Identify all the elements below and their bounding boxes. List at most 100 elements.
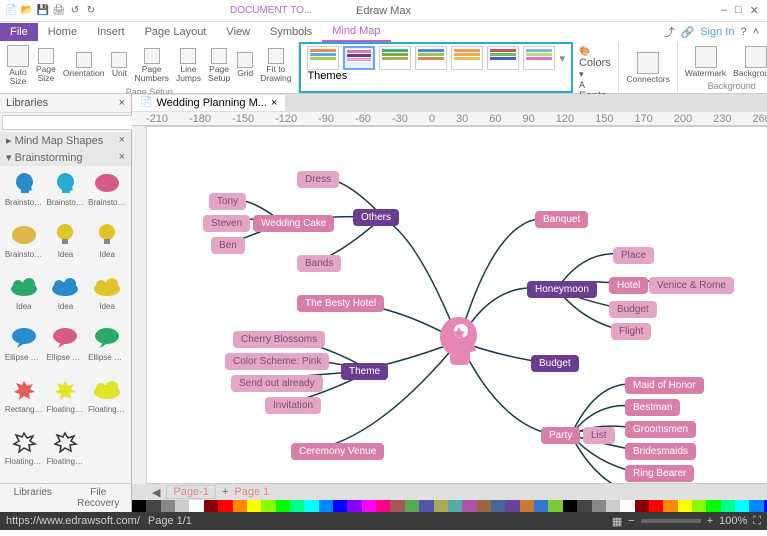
color-swatch[interactable]: [577, 500, 591, 512]
color-swatch[interactable]: [247, 500, 261, 512]
mindmap-node[interactable]: Flight: [611, 323, 651, 340]
shape-item[interactable]: Ellipse Ca...: [4, 325, 44, 375]
mindmap-node[interactable]: The Besty Hotel: [297, 295, 384, 312]
color-swatch[interactable]: [706, 500, 720, 512]
color-swatch[interactable]: [233, 500, 247, 512]
color-swatch[interactable]: [175, 500, 189, 512]
tab-view[interactable]: View: [216, 23, 260, 41]
maximize-icon[interactable]: □: [735, 4, 742, 17]
prev-page-icon[interactable]: ◀: [152, 486, 160, 499]
shape-item[interactable]: Ellipse Ca...: [87, 325, 127, 375]
view-icon[interactable]: ▦: [612, 515, 622, 528]
mindmap-node[interactable]: Steven: [203, 215, 250, 232]
color-swatch[interactable]: [261, 500, 275, 512]
ribbon-btn-line-jumps[interactable]: Line Jumps: [173, 44, 204, 86]
mindmap-node[interactable]: Hotel: [609, 277, 648, 294]
color-swatch[interactable]: [649, 500, 663, 512]
minimize-icon[interactable]: –: [721, 4, 727, 17]
ribbon-btn-page-size[interactable]: Page Size: [33, 44, 59, 86]
shape-item[interactable]: Floating S...: [87, 377, 127, 427]
color-swatch[interactable]: [735, 500, 749, 512]
tab-insert[interactable]: Insert: [87, 23, 135, 41]
color-swatch[interactable]: [592, 500, 606, 512]
libraries-tab[interactable]: Libraries: [0, 484, 66, 512]
color-swatch[interactable]: [218, 500, 232, 512]
color-swatch[interactable]: [304, 500, 318, 512]
center-head-icon[interactable]: [435, 313, 483, 369]
color-swatch[interactable]: [290, 500, 304, 512]
color-swatch[interactable]: [548, 500, 562, 512]
color-swatch[interactable]: [606, 500, 620, 512]
theme-swatch[interactable]: [451, 46, 483, 70]
color-swatch[interactable]: [635, 500, 649, 512]
ribbon-btn-fit-to-drawing[interactable]: Fit to Drawing: [257, 44, 294, 86]
fit-icon[interactable]: ⛶: [753, 515, 761, 528]
theme-swatch[interactable]: [307, 46, 339, 70]
mindmap-node[interactable]: List: [583, 427, 615, 444]
tab-file[interactable]: File: [0, 23, 38, 41]
mindmap-node[interactable]: Ben: [211, 237, 245, 254]
shape-item[interactable]: Brainstor...: [46, 170, 86, 220]
color-swatch[interactable]: [448, 500, 462, 512]
color-swatch[interactable]: [189, 500, 203, 512]
color-swatch[interactable]: [721, 500, 735, 512]
shape-item[interactable]: Floating S...: [46, 377, 86, 427]
zoom-slider[interactable]: [641, 519, 701, 523]
color-swatch[interactable]: [347, 500, 361, 512]
mindmap-node[interactable]: Send out already: [231, 375, 323, 392]
mindmap-node[interactable]: Budget: [609, 301, 657, 318]
color-swatch[interactable]: [132, 500, 146, 512]
color-swatch[interactable]: [477, 500, 491, 512]
tab-home[interactable]: Home: [38, 23, 87, 41]
undo-icon[interactable]: ↺: [68, 4, 82, 18]
color-swatch[interactable]: [749, 500, 763, 512]
mindmap-node[interactable]: Color Scheme: Pink: [225, 353, 329, 370]
shape-item[interactable]: Idea: [46, 222, 86, 272]
theme-swatch[interactable]: [523, 46, 555, 70]
open-icon[interactable]: 📂: [20, 4, 34, 18]
drawing-canvas[interactable]: OthersDressWedding CakeTonyStevenBenBand…: [146, 126, 767, 484]
ribbon-btn-page-setup[interactable]: Page Setup: [205, 44, 233, 86]
new-icon[interactable]: 📄: [4, 4, 18, 18]
redo-icon[interactable]: ↻: [84, 4, 98, 18]
share-icon[interactable]: ⤴: [663, 24, 674, 40]
mindmap-node[interactable]: Wedding Cake: [253, 215, 334, 232]
color-swatch[interactable]: [663, 500, 677, 512]
color-swatch[interactable]: [491, 500, 505, 512]
library-category[interactable]: ▾ Brainstorming×: [0, 149, 131, 166]
sign-in-link[interactable]: Sign In: [700, 26, 734, 38]
collapse-ribbon-icon[interactable]: ˄: [753, 26, 759, 38]
color-swatch[interactable]: [146, 500, 160, 512]
color-swatch[interactable]: [620, 500, 634, 512]
mindmap-node[interactable]: Ring Bearer: [625, 465, 694, 482]
mindmap-node[interactable]: Banquet: [535, 211, 588, 228]
mindmap-node[interactable]: Theme: [341, 363, 388, 380]
color-swatch[interactable]: [276, 500, 290, 512]
tab-symbols[interactable]: Symbols: [260, 23, 322, 41]
shape-item[interactable]: Floating S...: [46, 429, 86, 479]
shape-item[interactable]: Brainstor...: [87, 170, 127, 220]
color-swatch[interactable]: [520, 500, 534, 512]
library-search-input[interactable]: [2, 115, 138, 130]
shape-item[interactable]: Brainstor...: [4, 222, 44, 272]
shape-item[interactable]: Idea: [4, 274, 44, 324]
color-swatch[interactable]: [678, 500, 692, 512]
zoom-in-icon[interactable]: +: [707, 515, 713, 527]
color-swatch[interactable]: [563, 500, 577, 512]
color-swatch[interactable]: [319, 500, 333, 512]
ribbon-btn-auto-size[interactable]: Auto Size: [4, 44, 32, 86]
watermark-button[interactable]: Watermark: [682, 44, 729, 80]
shape-item[interactable]: Ellipse Ca...: [46, 325, 86, 375]
save-icon[interactable]: 💾: [36, 4, 50, 18]
mindmap-node[interactable]: Maid of Honor: [625, 377, 704, 394]
add-page-icon[interactable]: +: [222, 486, 228, 498]
colors-button[interactable]: 🎨 Colors ▾: [579, 46, 612, 80]
mindmap-node[interactable]: Bridesmaids: [625, 443, 696, 460]
connectors-button[interactable]: Connectors: [623, 44, 672, 91]
print-icon[interactable]: 🖨: [52, 4, 66, 18]
shape-item[interactable]: Idea: [87, 222, 127, 272]
color-swatch[interactable]: [505, 500, 519, 512]
mindmap-node[interactable]: Invitation: [265, 397, 321, 414]
tab-close-icon[interactable]: ×: [271, 97, 277, 109]
color-swatch[interactable]: [161, 500, 175, 512]
